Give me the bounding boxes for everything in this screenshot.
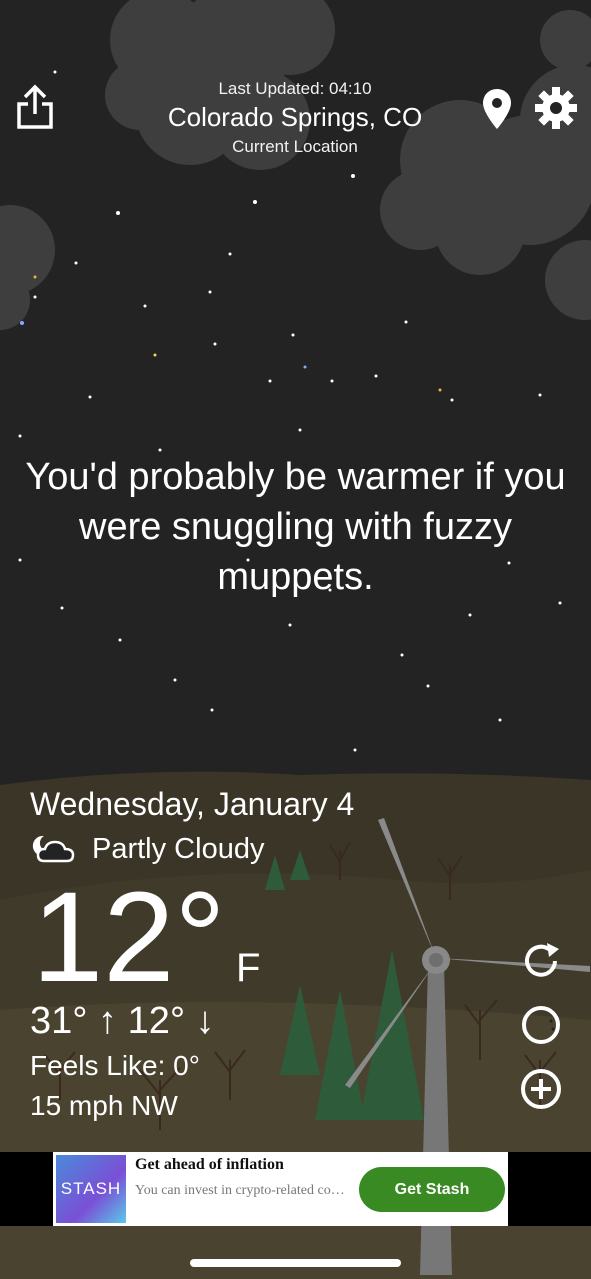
date-label: Wednesday, January 4 [30, 786, 355, 822]
partly-cloudy-night-icon [30, 834, 76, 869]
moon-phase-icon[interactable] [519, 1003, 563, 1052]
high-temp: 31° [30, 1000, 88, 1042]
arrow-down-icon: ↓ [195, 1000, 215, 1042]
condition-label: Partly Cloudy [92, 833, 265, 865]
home-indicator[interactable] [190, 1259, 401, 1267]
last-updated-label: Last Updated: 04:10 [218, 79, 372, 98]
share-icon[interactable] [16, 84, 54, 135]
low-temp: 12° [127, 1000, 186, 1042]
ad-subtitle: You can invest in crypto-related compani… [135, 1183, 349, 1198]
arrow-up-icon: ↑ [98, 1000, 118, 1042]
ad-cta-button[interactable]: Get Stash [359, 1167, 505, 1212]
weather-quip: You'd probably be warmer if you were snu… [25, 456, 566, 598]
temperature-unit[interactable]: F [236, 946, 260, 991]
wind-label: 15 mph NW [30, 1090, 178, 1121]
ad-logo: STASH [56, 1155, 126, 1223]
feels-like-label: Feels Like: 0° [30, 1050, 200, 1081]
current-location-label: Current Location [232, 137, 358, 156]
temperature-value: 12° [32, 866, 226, 1009]
gear-icon[interactable] [534, 86, 578, 135]
high-low: 31° ↑ 12° ↓ [30, 1000, 215, 1043]
location-pin-icon[interactable] [482, 88, 512, 135]
city-name[interactable]: Colorado Springs, CO [115, 102, 475, 133]
ad-banner[interactable]: STASH Get ahead of inflation You can inv… [53, 1152, 508, 1226]
night-scene-background [0, 0, 591, 1279]
ad-title: Get ahead of inflation [135, 1156, 284, 1173]
refresh-icon[interactable] [519, 939, 563, 988]
add-icon[interactable] [519, 1067, 563, 1116]
